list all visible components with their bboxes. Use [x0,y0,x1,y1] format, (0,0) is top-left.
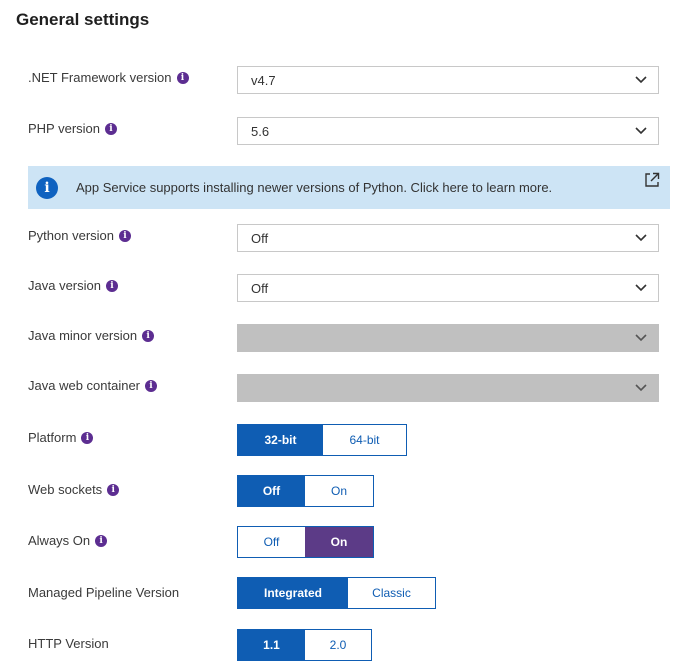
php-version-select[interactable]: 5.6 [237,117,659,145]
pipeline-option-classic[interactable]: Classic [348,578,435,608]
chevron-down-icon [635,384,647,392]
http-version-label-text: HTTP Version [28,636,109,651]
dotnet-version-select[interactable]: v4.7 [237,66,659,94]
platform-label-text: Platform [28,430,77,445]
web-sockets-option-on[interactable]: On [305,476,373,506]
php-version-label: PHP version i [28,121,118,136]
always-on-option-on[interactable]: On [305,527,373,557]
python-version-select[interactable]: Off [237,224,659,252]
info-icon[interactable]: i [105,279,118,292]
python-version-label-text: Python version [28,228,114,243]
http-version-toggle[interactable]: 1.1 2.0 [237,629,372,661]
external-link-icon[interactable] [644,172,660,188]
python-version-value: Off [251,231,269,246]
info-icon[interactable]: i [176,71,189,84]
managed-pipeline-label-text: Managed Pipeline Version [28,585,180,600]
banner-text[interactable]: App Service supports installing newer ve… [76,166,552,210]
chevron-down-icon [635,334,647,342]
chevron-down-icon [635,284,647,292]
chevron-down-icon [635,127,647,135]
always-on-label: Always On i [28,533,108,548]
web-sockets-toggle[interactable]: Off On [237,475,374,507]
always-on-option-off[interactable]: Off [238,527,305,557]
java-minor-version-label-text: Java minor version [28,328,138,343]
info-icon[interactable]: i [95,534,108,547]
info-icon[interactable]: i [119,229,131,242]
pipeline-option-integrated[interactable]: Integrated [238,578,348,608]
http-option-1-1[interactable]: 1.1 [238,630,305,660]
web-sockets-label-text: Web sockets [28,482,103,497]
java-version-label-text: Java version [28,278,101,293]
platform-option-64bit[interactable]: 64-bit [323,425,406,455]
managed-pipeline-label: Managed Pipeline Version [28,585,179,600]
platform-option-32bit[interactable]: 32-bit [238,425,323,455]
java-version-select[interactable]: Off [237,274,659,302]
python-version-label: Python version i [28,228,131,243]
java-minor-version-select [237,324,659,352]
managed-pipeline-toggle[interactable]: Integrated Classic [237,577,436,609]
java-version-label: Java version i [28,278,118,293]
http-option-2-0[interactable]: 2.0 [305,630,371,660]
java-minor-version-label: Java minor version i [28,328,155,343]
info-circle-icon: i [36,177,58,199]
info-icon[interactable]: i [105,122,118,135]
always-on-toggle[interactable]: Off On [237,526,374,558]
java-web-container-label: Java web container i [28,378,158,393]
dotnet-version-label: .NET Framework version i [28,70,189,85]
chevron-down-icon [635,234,647,242]
dotnet-version-label-text: .NET Framework version [28,70,172,85]
info-icon[interactable]: i [145,379,158,392]
dotnet-version-value: v4.7 [251,73,276,88]
python-info-banner[interactable]: i App Service supports installing newer … [28,166,670,209]
chevron-down-icon [635,76,647,84]
java-version-value: Off [251,281,269,296]
platform-toggle[interactable]: 32-bit 64-bit [237,424,407,456]
php-version-value: 5.6 [251,124,270,139]
web-sockets-option-off[interactable]: Off [238,476,305,506]
info-icon[interactable]: i [107,483,120,496]
java-web-container-select [237,374,659,402]
info-icon[interactable]: i [142,329,155,342]
always-on-label-text: Always On [28,533,91,548]
page-title: General settings [16,10,150,29]
web-sockets-label: Web sockets i [28,482,120,497]
php-version-label-text: PHP version [28,121,101,136]
platform-label: Platform i [28,430,94,445]
http-version-label: HTTP Version [28,636,109,651]
java-web-container-label-text: Java web container [28,378,141,393]
info-icon[interactable]: i [81,431,94,444]
